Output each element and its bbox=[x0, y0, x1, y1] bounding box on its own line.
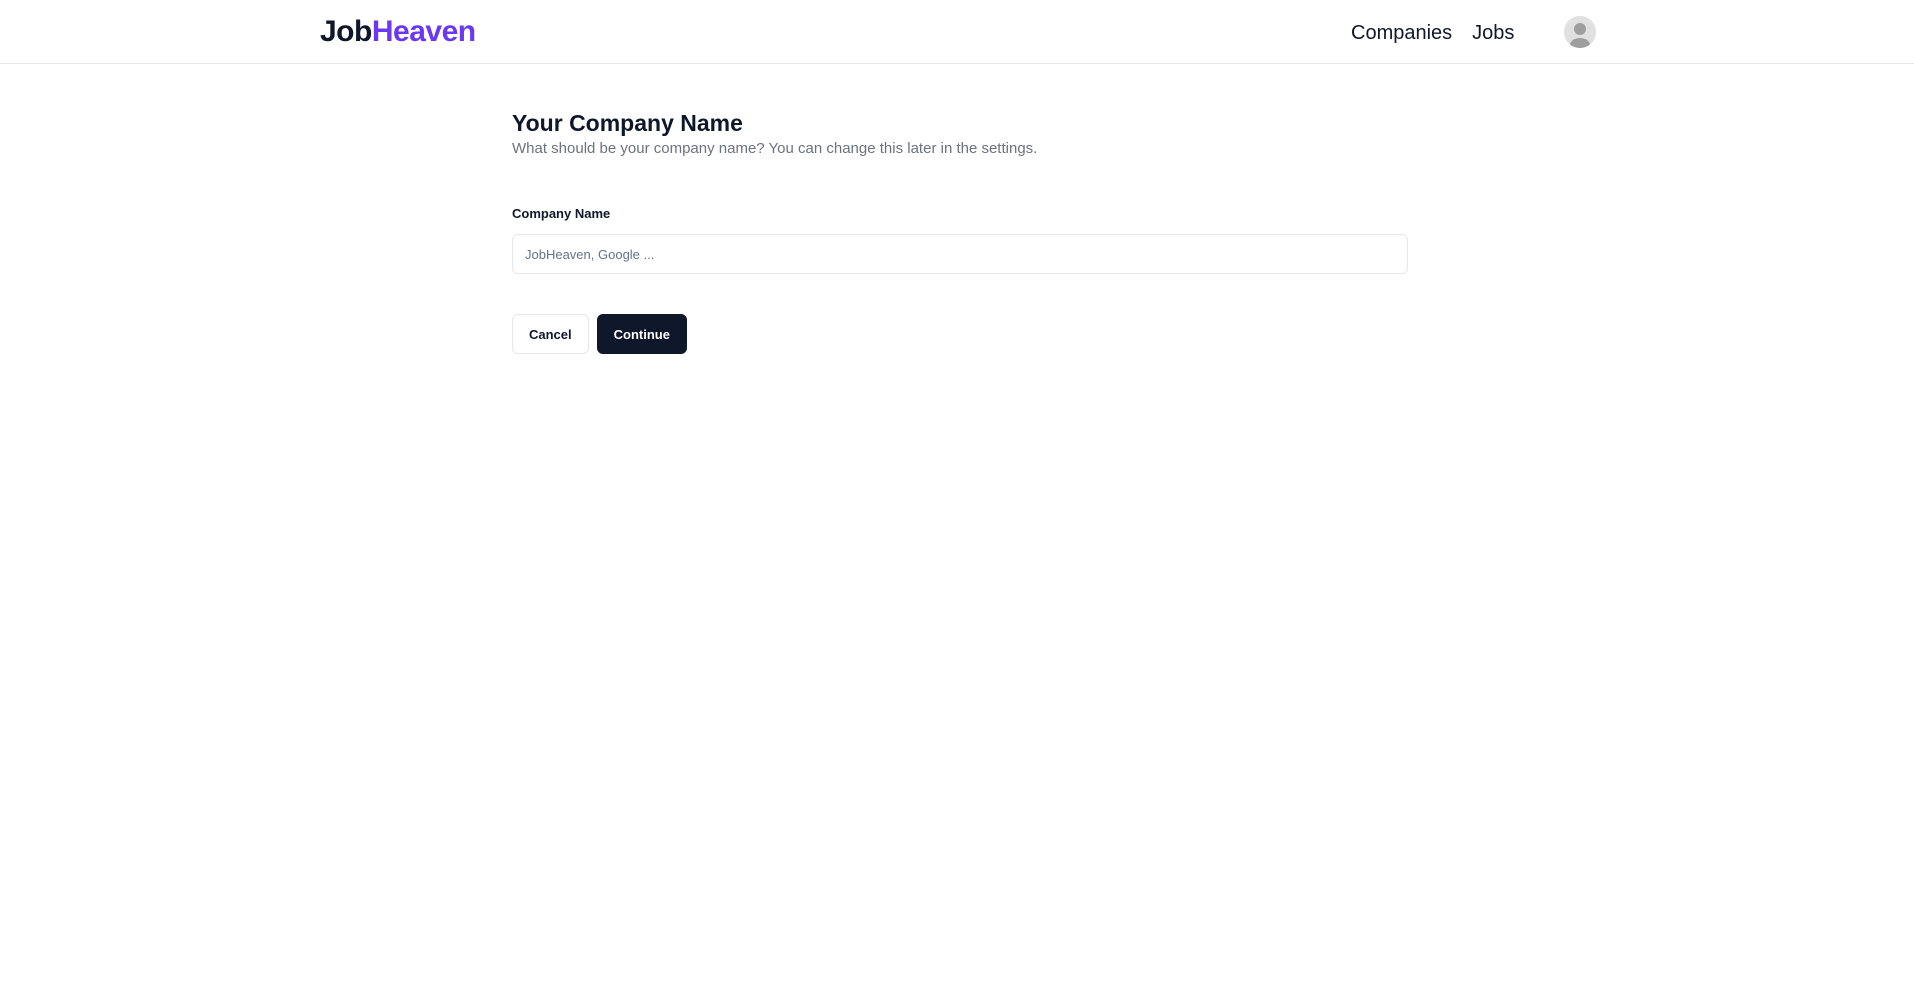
nav-link-jobs[interactable]: Jobs bbox=[1472, 20, 1514, 46]
brand-logo[interactable]: JobHeaven bbox=[320, 14, 476, 50]
logo-part-job: Job bbox=[320, 15, 372, 48]
page-title: Your Company Name bbox=[512, 110, 743, 136]
nav-link-companies[interactable]: Companies bbox=[1351, 20, 1452, 46]
page-subtitle: What should be your company name? You ca… bbox=[512, 140, 1038, 157]
main-content: Your Company Name What should be your co… bbox=[512, 108, 1408, 354]
nav-links: Companies Jobs bbox=[1351, 20, 1514, 46]
company-name-input[interactable] bbox=[512, 234, 1408, 274]
company-name-label: Company Name bbox=[512, 206, 611, 221]
cancel-button[interactable]: Cancel bbox=[512, 314, 589, 354]
navbar: JobHeaven Companies Jobs bbox=[0, 0, 1914, 64]
form-actions: Cancel Continue bbox=[512, 314, 687, 354]
user-avatar-icon[interactable] bbox=[1564, 16, 1596, 48]
continue-button[interactable]: Continue bbox=[596, 314, 687, 354]
logo-part-heaven: Heaven bbox=[371, 15, 476, 48]
